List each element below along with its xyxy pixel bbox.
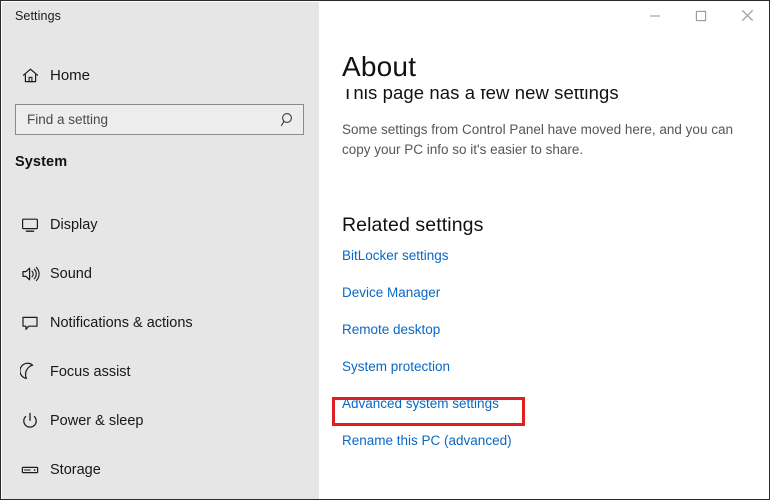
maximize-button[interactable]: [678, 2, 724, 34]
link-row: Rename this PC (advanced): [342, 432, 752, 452]
sidebar-item-power-sleep[interactable]: Power & sleep: [2, 406, 319, 436]
speaker-icon: [12, 264, 48, 284]
sidebar-item-display-label: Display: [50, 217, 98, 233]
settings-window: Settings Home System: [0, 0, 770, 500]
link-system-protection[interactable]: System protection: [342, 359, 450, 374]
sidebar-item-sound-label: Sound: [50, 266, 92, 282]
sidebar-group-title: System: [15, 154, 68, 170]
link-row: Advanced system settings: [342, 395, 752, 415]
link-device-manager[interactable]: Device Manager: [342, 285, 440, 300]
link-rename-this-pc[interactable]: Rename this PC (advanced): [342, 433, 512, 448]
moon-icon: [12, 362, 48, 382]
sidebar-item-home-label: Home: [50, 66, 91, 84]
sidebar-item-home[interactable]: Home: [2, 60, 319, 90]
main-panel: About This page has a few new settings S…: [319, 2, 769, 499]
link-remote-desktop[interactable]: Remote desktop: [342, 322, 440, 337]
window-title: Settings: [15, 9, 61, 23]
sidebar-item-storage[interactable]: Storage: [2, 455, 319, 485]
related-settings-heading: Related settings: [342, 214, 484, 236]
minimize-button[interactable]: [632, 2, 678, 34]
window-controls: [632, 2, 769, 34]
page-subtitle: This page has a few new settings: [342, 89, 742, 106]
sidebar-item-storage-label: Storage: [50, 462, 101, 478]
sidebar-nav-list: Display Sound Notifications & actions Fo…: [2, 210, 319, 499]
page-subtitle-text: This page has a few new settings: [342, 89, 619, 103]
sidebar-item-power-sleep-label: Power & sleep: [50, 413, 144, 429]
link-row: System protection: [342, 358, 752, 378]
link-row: Remote desktop: [342, 321, 752, 341]
drive-icon: [12, 460, 48, 480]
minimize-icon: [649, 9, 661, 27]
sidebar-item-display[interactable]: Display: [2, 210, 319, 240]
link-advanced-system-settings[interactable]: Advanced system settings: [342, 396, 499, 411]
link-row: BitLocker settings: [342, 247, 752, 267]
related-settings-links: BitLocker settings Device Manager Remote…: [342, 247, 752, 469]
page-description: Some settings from Control Panel have mo…: [342, 122, 733, 157]
search-input[interactable]: [16, 112, 273, 127]
sidebar-item-sound[interactable]: Sound: [2, 259, 319, 289]
sidebar-item-notifications-label: Notifications & actions: [50, 315, 193, 331]
link-bitlocker-settings[interactable]: BitLocker settings: [342, 248, 449, 263]
link-row: Device Manager: [342, 284, 752, 304]
search-icon[interactable]: [273, 111, 303, 128]
power-icon: [12, 411, 48, 431]
sidebar-item-notifications[interactable]: Notifications & actions: [2, 308, 319, 338]
sidebar: Settings Home System: [2, 2, 319, 499]
sidebar-item-focus-assist-label: Focus assist: [50, 364, 131, 380]
sidebar-item-focus-assist[interactable]: Focus assist: [2, 357, 319, 387]
close-button[interactable]: [724, 2, 769, 34]
home-icon: [12, 66, 48, 85]
speech-bubble-icon: [12, 313, 48, 333]
page-title: About: [342, 51, 417, 82]
monitor-icon: [12, 215, 48, 235]
search-box[interactable]: [15, 104, 304, 135]
close-icon: [741, 9, 754, 27]
maximize-icon: [695, 9, 707, 27]
